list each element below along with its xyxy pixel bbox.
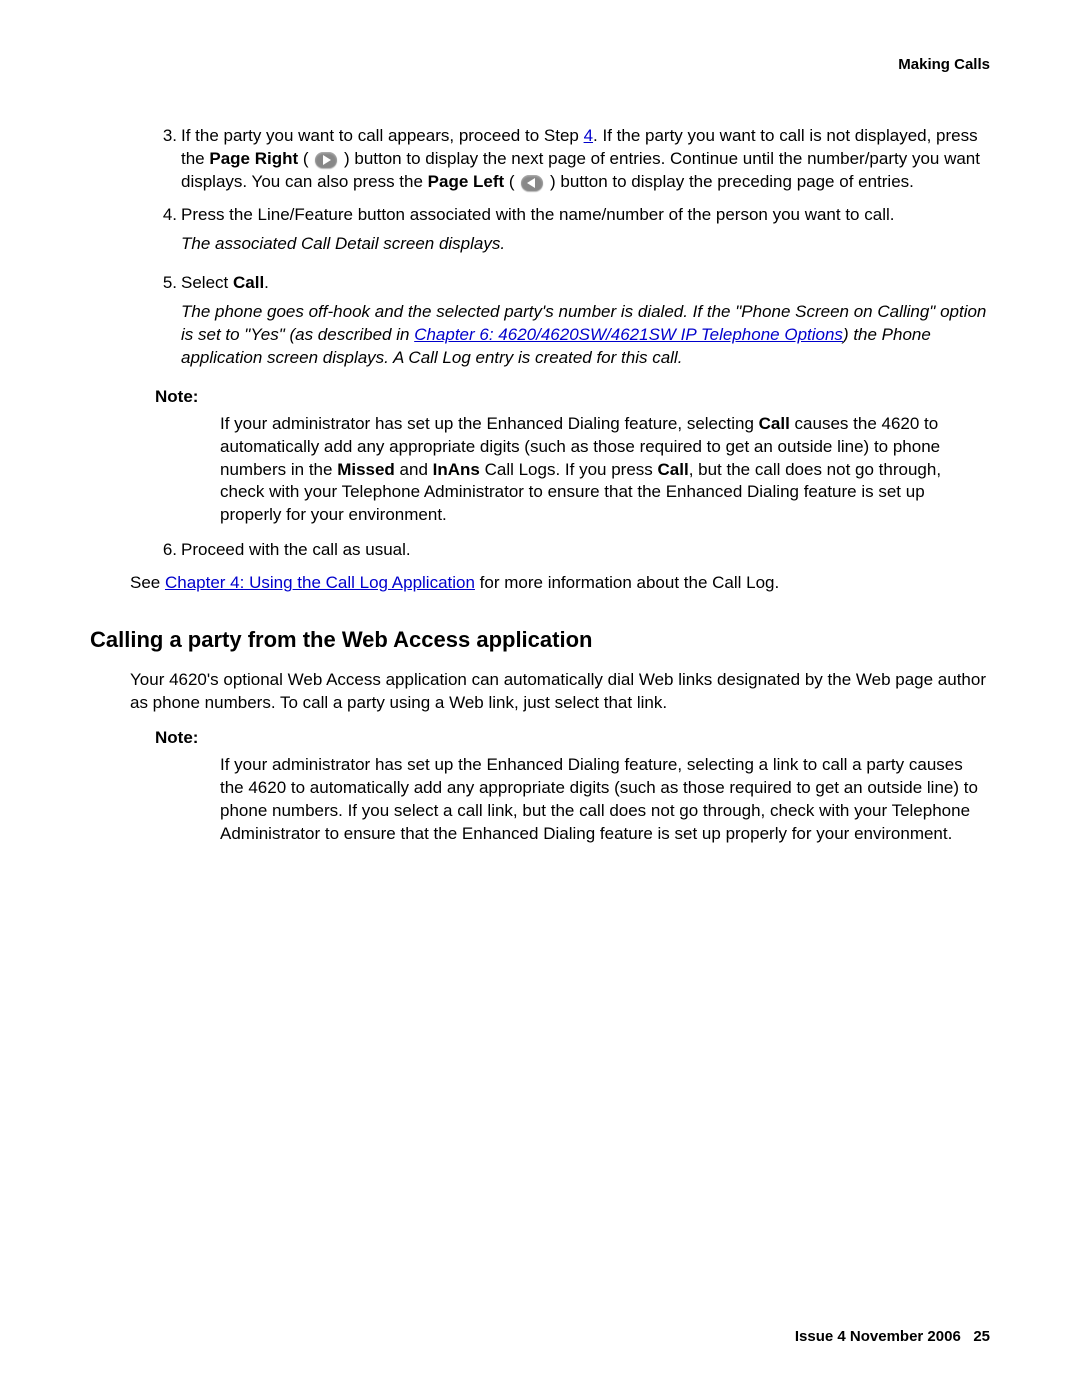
issue-text: Issue 4 November 2006 [795, 1328, 961, 1345]
section-heading: Calling a party from the Web Access appl… [90, 625, 990, 655]
note-label: Note: [155, 386, 990, 409]
chapter-6-link[interactable]: Chapter 6: 4620/4620SW/4621SW IP Telepho… [414, 325, 843, 344]
chapter-4-link[interactable]: Chapter 4: Using the Call Log Applicatio… [165, 573, 475, 592]
step-body: Press the Line/Feature button associated… [181, 204, 990, 262]
step-number: 4. [155, 204, 181, 262]
step-4-link[interactable]: 4 [584, 126, 593, 145]
call-label: Call [233, 273, 264, 292]
text: If the party you want to call appears, p… [181, 126, 584, 145]
step-body: If the party you want to call appears, p… [181, 125, 990, 194]
text: If your administrator has set up the Enh… [220, 414, 759, 433]
note-label: Note: [155, 727, 990, 750]
step-body: Proceed with the call as usual. [181, 539, 990, 562]
inans-label: InAns [433, 460, 480, 479]
step-number: 6. [155, 539, 181, 562]
text: ( [298, 149, 313, 168]
call-label: Call [759, 414, 790, 433]
missed-label: Missed [337, 460, 395, 479]
step-list-cont: 6. Proceed with the call as usual. [155, 539, 990, 562]
step-body: Select Call. The phone goes off-hook and… [181, 272, 990, 376]
text: ) button to display the preceding page o… [545, 172, 914, 191]
text: See [130, 573, 165, 592]
page-footer: Issue 4 November 2006 25 [795, 1327, 990, 1347]
text: for more information about the Call Log. [475, 573, 779, 592]
text: Select [181, 273, 233, 292]
text: and [395, 460, 433, 479]
step-5: 5. Select Call. The phone goes off-hook … [155, 272, 990, 376]
note-body: If your administrator has set up the Enh… [220, 413, 990, 528]
see-paragraph: See Chapter 4: Using the Call Log Applic… [130, 572, 990, 595]
text: ( [504, 172, 519, 191]
step-result: The associated Call Detail screen displa… [181, 233, 990, 256]
step-result: The phone goes off-hook and the selected… [181, 301, 990, 370]
page-left-icon [521, 175, 543, 191]
page-left-label: Page Left [428, 172, 505, 191]
step-3: 3. If the party you want to call appears… [155, 125, 990, 194]
note-body: If your administrator has set up the Enh… [220, 754, 990, 846]
step-4: 4. Press the Line/Feature button associa… [155, 204, 990, 262]
call-label: Call [658, 460, 689, 479]
section-paragraph: Your 4620's optional Web Access applicat… [130, 669, 990, 715]
text: . [264, 273, 269, 292]
step-6: 6. Proceed with the call as usual. [155, 539, 990, 562]
step-number: 3. [155, 125, 181, 194]
text: Call Logs. If you press [480, 460, 658, 479]
page-right-label: Page Right [209, 149, 298, 168]
step-number: 5. [155, 272, 181, 376]
text: Press the Line/Feature button associated… [181, 205, 894, 224]
step-list: 3. If the party you want to call appears… [155, 125, 990, 375]
page-number: 25 [973, 1328, 990, 1345]
page-header: Making Calls [90, 55, 990, 75]
page-right-icon [315, 152, 337, 168]
